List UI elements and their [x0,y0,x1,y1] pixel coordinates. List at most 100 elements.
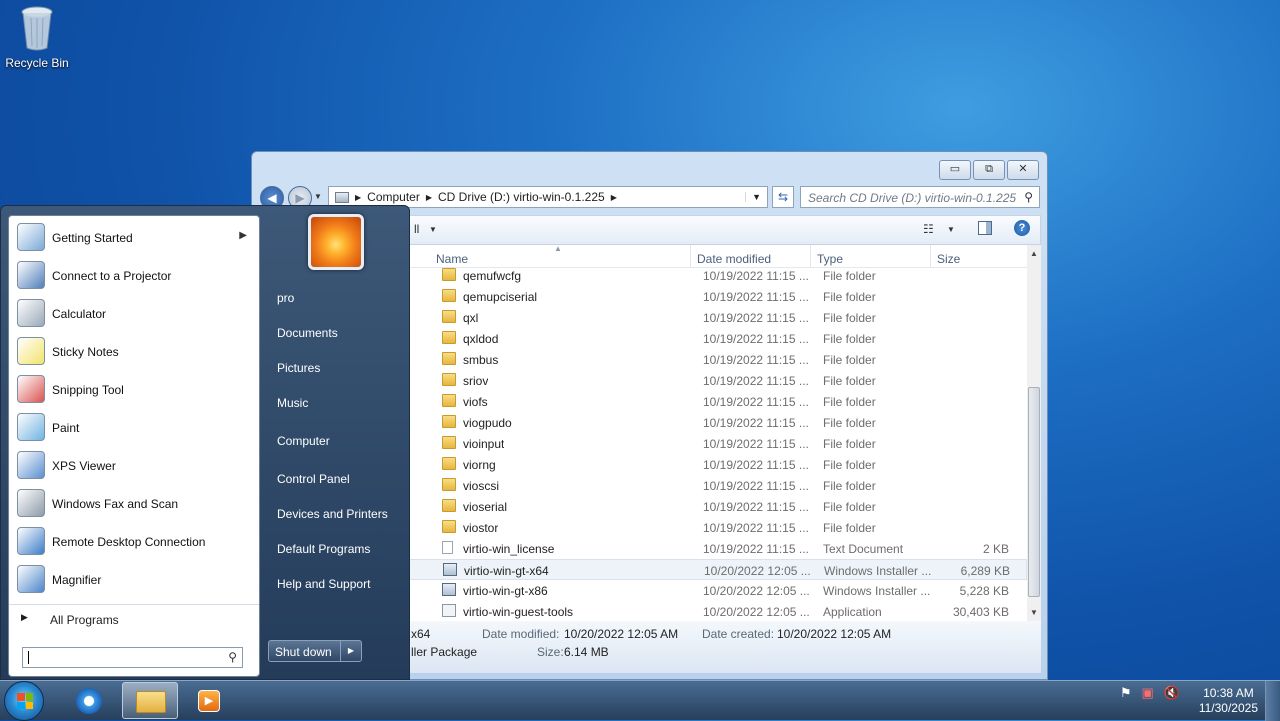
program-label: Calculator [52,307,107,321]
program-item-remote-desktop-connection[interactable]: Remote Desktop Connection [9,524,259,560]
column-header-size[interactable]: Size [937,252,960,266]
vertical-scrollbar[interactable]: ▲ ▼ [1027,245,1041,621]
file-name: virtio-win_license [463,542,555,556]
clock[interactable]: 10:38 AM 11/30/2025 [1199,686,1258,716]
view-options-icon[interactable]: ☷ [923,222,934,236]
preview-pane-icon[interactable] [978,221,992,235]
breadcrumb-computer[interactable]: Computer [367,190,420,204]
start-right-item-devices-and-printers[interactable]: Devices and Printers [277,507,388,521]
start-right-item-control-panel[interactable]: Control Panel [277,472,350,486]
clock-time: 10:38 AM [1203,686,1254,700]
program-item-connect-to-a-projector[interactable]: Connect to a Projector [9,258,259,294]
minimize-button[interactable]: ▭ [939,160,971,180]
address-dropdown-icon[interactable]: ▼ [745,192,767,202]
taskbar-media-player[interactable]: ▶ [182,682,238,719]
organize-dropdown-fragment[interactable]: ll [414,222,419,236]
details-size-label: Size: [537,645,564,659]
search-input[interactable]: Search CD Drive (D:) virtio-win-0.1.225 … [800,186,1040,208]
file-date: 10/19/2022 11:15 ... [703,416,809,430]
program-label: Sticky Notes [52,345,119,359]
column-divider[interactable] [930,245,931,267]
file-name: virtio-win-gt-x86 [463,584,548,598]
breadcrumb-cd-drive[interactable]: CD Drive (D:) virtio-win-0.1.225 [438,190,605,204]
action-center-flag-icon[interactable]: ⚑ [1120,685,1132,701]
help-icon[interactable]: ? [1014,220,1030,236]
taskbar-windows-explorer[interactable] [122,682,178,719]
start-right-item-pictures[interactable]: Pictures [277,361,320,375]
folder-icon [442,436,456,449]
maximize-button[interactable]: ⧉ [973,160,1005,180]
start-right-item-documents[interactable]: Documents [277,326,338,340]
shutdown-options-icon[interactable]: ▶ [340,641,361,661]
chevron-down-icon[interactable]: ▼ [429,225,437,234]
start-right-item-default-programs[interactable]: Default Programs [277,542,370,556]
shut-down-button[interactable]: Shut down ▶ [268,640,362,662]
file-type: Text Document [823,542,904,556]
program-label: Getting Started [52,231,133,245]
start-right-item-pro[interactable]: pro [277,291,294,305]
file-type: File folder [823,500,876,514]
folder-icon [442,457,456,470]
file-name: vioserial [463,500,508,514]
paint-icon [17,413,45,441]
show-desktop-button[interactable] [1265,681,1280,721]
program-item-sticky-notes[interactable]: Sticky Notes [9,334,259,370]
details-date-created-label: Date created: [702,627,775,641]
file-type: File folder [823,437,876,451]
start-right-item-computer[interactable]: Computer [277,434,330,448]
search-icon: ⚲ [228,650,237,664]
start-button[interactable] [4,681,44,721]
folder-icon [442,289,456,302]
start-right-item-help-and-support[interactable]: Help and Support [277,577,370,591]
file-type: File folder [823,458,876,472]
start-right-item-music[interactable]: Music [277,396,308,410]
program-item-paint[interactable]: Paint [9,410,259,446]
recycle-bin[interactable]: Recycle Bin [4,6,70,70]
file-name: qxl [463,311,479,325]
all-programs-button[interactable]: ▶ All Programs [9,604,259,631]
refresh-button[interactable]: ⇆ [772,186,794,208]
scroll-thumb[interactable] [1028,387,1040,597]
file-name: virtio-win-gt-x64 [464,564,549,578]
details-file-name: x64 [411,627,431,641]
file-name: viofs [463,395,488,409]
column-header-type[interactable]: Type [817,252,843,266]
program-item-snipping-tool[interactable]: Snipping Tool [9,372,259,408]
volume-muted-icon[interactable]: 🔇 [1164,685,1180,701]
start-search-input[interactable]: ⚲ [22,647,243,668]
close-button[interactable]: ✕ [1007,160,1039,180]
user-avatar[interactable] [308,214,364,270]
program-item-magnifier[interactable]: Magnifier [9,562,259,598]
system-tray: ⚑ ▣ 🔇 [1120,685,1180,701]
program-item-calculator[interactable]: Calculator [9,296,259,332]
recent-pages-chevron-icon[interactable]: ▼ [314,192,322,201]
program-item-windows-fax-and-scan[interactable]: Windows Fax and Scan [9,486,259,522]
file-type: File folder [823,353,876,367]
view-chevron-icon[interactable]: ▼ [947,225,955,234]
installer-icon [443,563,457,576]
file-date: 10/19/2022 11:15 ... [703,269,809,283]
column-divider[interactable] [690,245,691,267]
projector-icon [17,261,45,289]
taskbar-internet-explorer[interactable] [62,682,118,719]
folder-icon [442,478,456,491]
column-header-date[interactable]: Date modified [697,252,771,266]
folder-icon [442,499,456,512]
submenu-arrow-icon[interactable]: ▶ [239,230,247,241]
scroll-up-icon[interactable]: ▲ [1027,249,1041,258]
file-date: 10/19/2022 11:15 ... [703,500,809,514]
folder-icon [442,415,456,428]
text-document-icon [442,541,453,554]
folder-icon [442,352,456,365]
sticky-notes-icon [17,337,45,365]
file-type: Application [823,605,882,619]
program-item-xps-viewer[interactable]: XPS Viewer [9,448,259,484]
file-name: viogpudo [463,416,512,430]
scroll-down-icon[interactable]: ▼ [1027,608,1041,617]
network-icon[interactable]: ▣ [1142,685,1154,701]
column-divider[interactable] [810,245,811,267]
breadcrumb-separator-icon: ▶ [355,192,362,202]
column-header-name[interactable]: Name [436,252,468,266]
program-item-getting-started[interactable]: Getting Started ▶ [9,220,259,256]
search-placeholder: Search CD Drive (D:) virtio-win-0.1.225 [808,191,1017,205]
